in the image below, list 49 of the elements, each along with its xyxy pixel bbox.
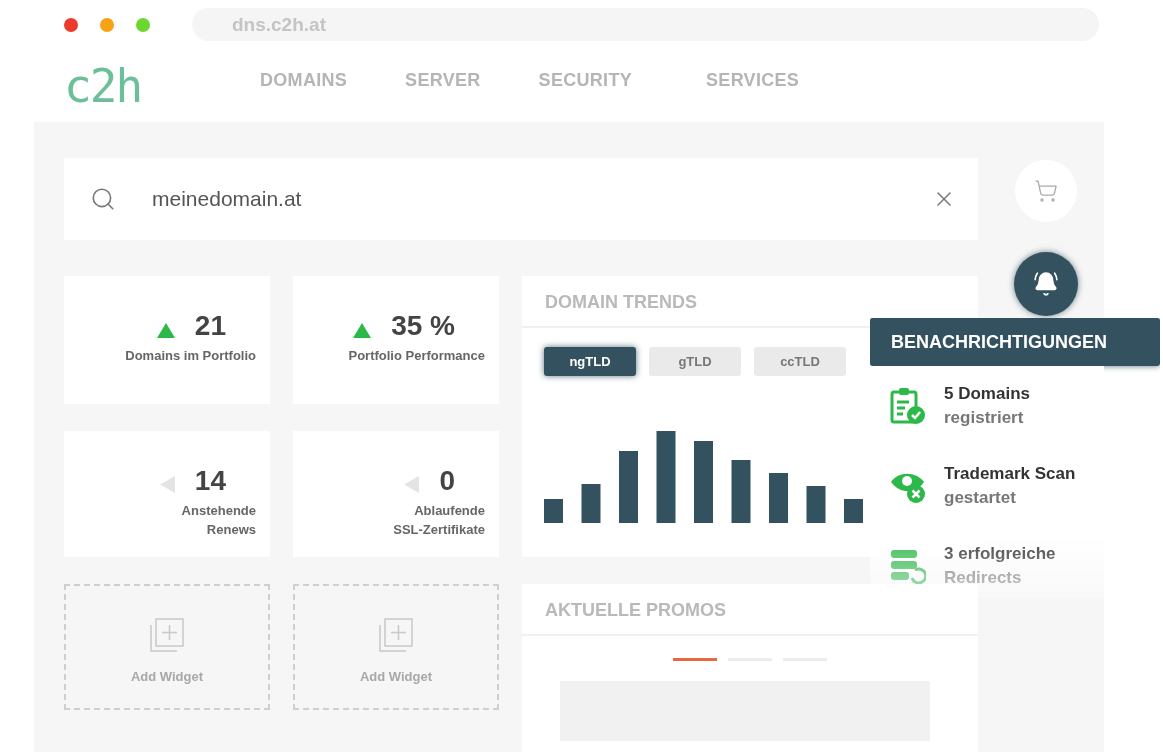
notifications-button[interactable] — [1014, 252, 1078, 316]
add-widget-button[interactable]: Add Widget — [293, 584, 499, 710]
chart-bar — [581, 484, 601, 523]
clipboard-check-icon — [890, 387, 926, 425]
chart-bar — [844, 499, 863, 523]
stat-label: Anstehende Renews — [181, 502, 256, 539]
maximize-window-dot[interactable] — [136, 17, 150, 32]
left-triangle-icon — [404, 475, 420, 493]
minimize-window-dot[interactable] — [100, 17, 114, 32]
notification-title: Trademark Scan — [944, 464, 1076, 484]
add-widget-button[interactable]: Add Widget — [64, 584, 270, 710]
stacked-plus-icon — [378, 616, 414, 653]
chart-bar — [806, 486, 826, 523]
nav-link[interactable]: SECURITY — [538, 70, 633, 91]
close-window-dot[interactable] — [64, 17, 78, 32]
up-triangle-icon — [353, 322, 372, 338]
chart-bar — [619, 451, 638, 523]
stat-value: 35 % — [391, 310, 455, 342]
stat-label: Ablaufende SSL-Zertifikate — [393, 502, 485, 539]
chart-bar — [544, 499, 563, 523]
bell-icon — [1033, 271, 1059, 297]
notification-title: 5 Domains — [944, 384, 1030, 404]
up-triangle-icon — [156, 322, 175, 338]
search-input[interactable]: meinedomain.at — [150, 186, 932, 212]
chart-bar — [769, 473, 788, 523]
nav-link[interactable]: SERVICES — [706, 70, 800, 91]
notification-subtitle: registriert — [944, 408, 1025, 428]
left-triangle-icon — [159, 475, 175, 493]
stat-label: Domains im Portfolio — [125, 347, 256, 365]
filter-tab[interactable]: ngTLD — [544, 347, 636, 376]
logo[interactable]: c2h — [64, 58, 260, 113]
search-icon — [90, 186, 116, 212]
filter-tab[interactable]: gTLD — [649, 347, 741, 376]
notification-subtitle: gestartet — [944, 488, 1017, 508]
cart-icon — [1034, 179, 1058, 203]
stat-value: 0 — [439, 465, 455, 497]
chart-bar — [731, 460, 751, 523]
server-icon — [890, 548, 926, 584]
notifications-title: BENACHRICHTIGUNGEN — [870, 318, 1160, 366]
slide-indicator[interactable] — [673, 658, 717, 661]
notification-title: 3 erfolgreiche — [944, 544, 1056, 564]
filter-tab[interactable]: ccTLD — [754, 347, 846, 376]
stat-value: 21 — [194, 310, 226, 342]
nav-link[interactable]: DOMAINS — [260, 70, 348, 91]
search-field[interactable]: meinedomain.at — [64, 158, 978, 240]
stat-label: Portfolio Performance — [348, 347, 485, 365]
nav-link[interactable]: SERVER — [405, 70, 481, 91]
stacked-plus-icon — [149, 616, 185, 653]
stat-value: 14 — [194, 465, 226, 497]
